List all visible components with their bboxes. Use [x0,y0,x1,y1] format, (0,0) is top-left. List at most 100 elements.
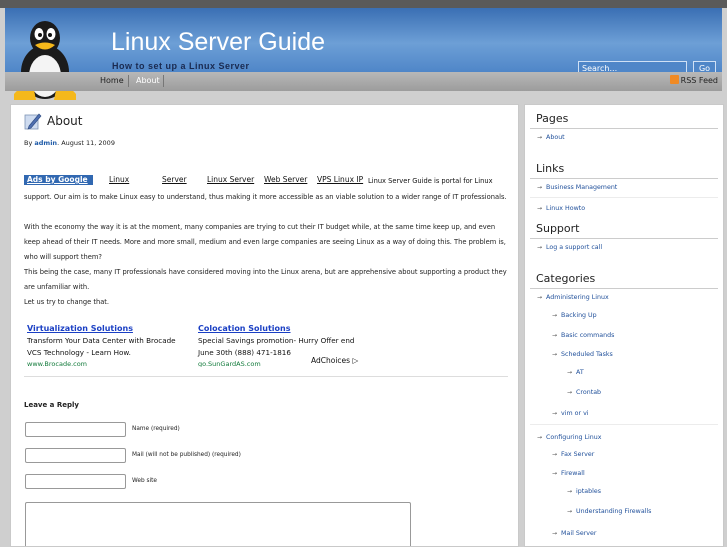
adchoices-link[interactable]: AdChoices ▷ [311,356,358,365]
sidebar-item-label: Understanding Firewalls [576,508,652,515]
adchoices-icon: ▷ [352,356,359,365]
sidebar-item-label: AT [576,369,584,376]
pencil-note-icon [24,113,42,130]
sidebar-link[interactable]: → Linux Howto [537,205,585,212]
arrow-icon: → [567,508,573,515]
arrow-icon: → [537,244,543,251]
site-description: How to set up a Linux Server [112,61,250,71]
category-item[interactable]: → Basic commands [552,332,614,339]
name-field[interactable] [25,422,126,437]
divider [530,197,718,198]
arrow-icon: → [552,470,558,477]
sidebar-item-label: Crontab [576,389,602,396]
site-header: Linux Server Guide How to set up a Linux… [5,8,722,100]
website-label: Web site [132,478,157,484]
mail-label: Mail (will not be published) (required) [132,452,241,458]
category-item[interactable]: → vim or vi [552,410,589,417]
divider [530,238,718,239]
sidebar-item-label: iptables [576,488,602,495]
ad-url[interactable]: www.Brocade.com [27,360,87,367]
sidebar-page-about[interactable]: → About [537,134,565,141]
sidebar-item-label: vim or vi [561,410,589,417]
post-date: . August 11, 2009 [57,139,115,147]
rss-icon [669,75,679,84]
divider [530,128,718,129]
support-heading: Support [536,222,580,235]
pages-heading: Pages [536,112,569,125]
sidebar-support-item[interactable]: → Log a support call [537,244,602,251]
category-item[interactable]: → Backing Up [552,312,597,319]
ad-link[interactable]: Linux [109,175,129,184]
nav-separator [163,75,164,87]
paragraph: Let us try to change that. [24,298,110,306]
sidebar-item-label: Business Management [546,184,618,191]
arrow-icon: → [537,205,543,212]
post-meta: By admin. August 11, 2009 [24,139,115,147]
reply-title: Leave a Reply [24,401,79,409]
divider [530,178,718,179]
sidebar-item-label: Mail Server [561,530,597,537]
category-item[interactable]: → Configuring Linux [537,434,602,441]
nav-about[interactable]: About [136,76,160,85]
rss-feed-link[interactable]: RSS Feed [669,75,718,85]
arrow-icon: → [567,369,573,376]
arrow-icon: → [537,294,543,301]
arrow-icon: → [537,184,543,191]
ad-link[interactable]: VPS Linux IP [317,175,363,184]
author-link[interactable]: admin [34,139,57,147]
nav-home[interactable]: Home [100,76,124,85]
sidebar: Pages → About Links → Business Management … [524,104,724,547]
arrow-icon: → [552,351,558,358]
category-item[interactable]: → Administering Linux [537,294,609,301]
sidebar-item-label: Fax Server [561,451,595,458]
categories-heading: Categories [536,272,596,285]
sidebar-item-label: Linux Howto [546,205,586,212]
arrow-icon: → [567,488,573,495]
ad-link[interactable]: Server [162,175,187,184]
sidebar-link[interactable]: → Business Management [537,184,617,191]
divider [24,376,508,377]
category-item[interactable]: → Crontab [567,389,601,396]
links-heading: Links [536,162,565,175]
adchoices-label: AdChoices [311,356,351,365]
name-label: Name (required) [132,426,180,432]
ad-title[interactable]: Colocation Solutions [198,324,291,333]
comment-textarea[interactable] [25,502,411,546]
ad-link[interactable]: Web Server [264,175,307,184]
ad-url[interactable]: go.SunGardAS.com [198,360,261,367]
post-title: About [47,114,83,128]
website-field[interactable] [25,474,126,489]
nav-separator [128,75,129,87]
paragraph: With the economy the way it is at the mo… [24,223,506,261]
category-item[interactable]: → iptables [567,488,601,495]
sidebar-item-label: Basic commands [561,332,615,339]
category-item[interactable]: → Scheduled Tasks [552,351,613,358]
ad-text: Special Savings promotion- Hurry Offer e… [198,336,355,345]
arrow-icon: → [552,451,558,458]
site-title[interactable]: Linux Server Guide [111,28,325,57]
sidebar-item-label: About [546,134,565,141]
sidebar-item-label: Administering Linux [546,294,609,301]
arrow-icon: → [567,389,573,396]
sidebar-item-label: Log a support call [546,244,603,251]
category-item[interactable]: → Fax Server [552,451,594,458]
intro-text: Linux Server Guide is portal for Linux [368,177,493,185]
category-item[interactable]: → Mail Server [552,530,596,537]
nav-bar: Home About RSS Feed [5,72,722,91]
mail-field[interactable] [25,448,126,463]
main-content: About By admin. August 11, 2009 Ads by G… [10,104,519,547]
ad-link[interactable]: Linux Server [207,175,254,184]
rss-label: RSS Feed [680,76,718,85]
sidebar-item-label: Configuring Linux [546,434,602,441]
category-item[interactable]: → AT [567,369,584,376]
paragraph: This being the case, many IT professiona… [24,268,507,291]
category-item[interactable]: → Firewall [552,470,585,477]
ad-text: Transform Your Data Center with Brocade [27,336,176,345]
arrow-icon: → [537,134,543,141]
ad-title[interactable]: Virtualization Solutions [27,324,133,333]
ads-by-google-link[interactable]: Ads by Google [24,175,93,185]
top-bar [0,0,727,8]
divider [530,288,718,289]
category-item[interactable]: → Understanding Firewalls [567,508,651,515]
sidebar-item-label: Backing Up [561,312,597,319]
